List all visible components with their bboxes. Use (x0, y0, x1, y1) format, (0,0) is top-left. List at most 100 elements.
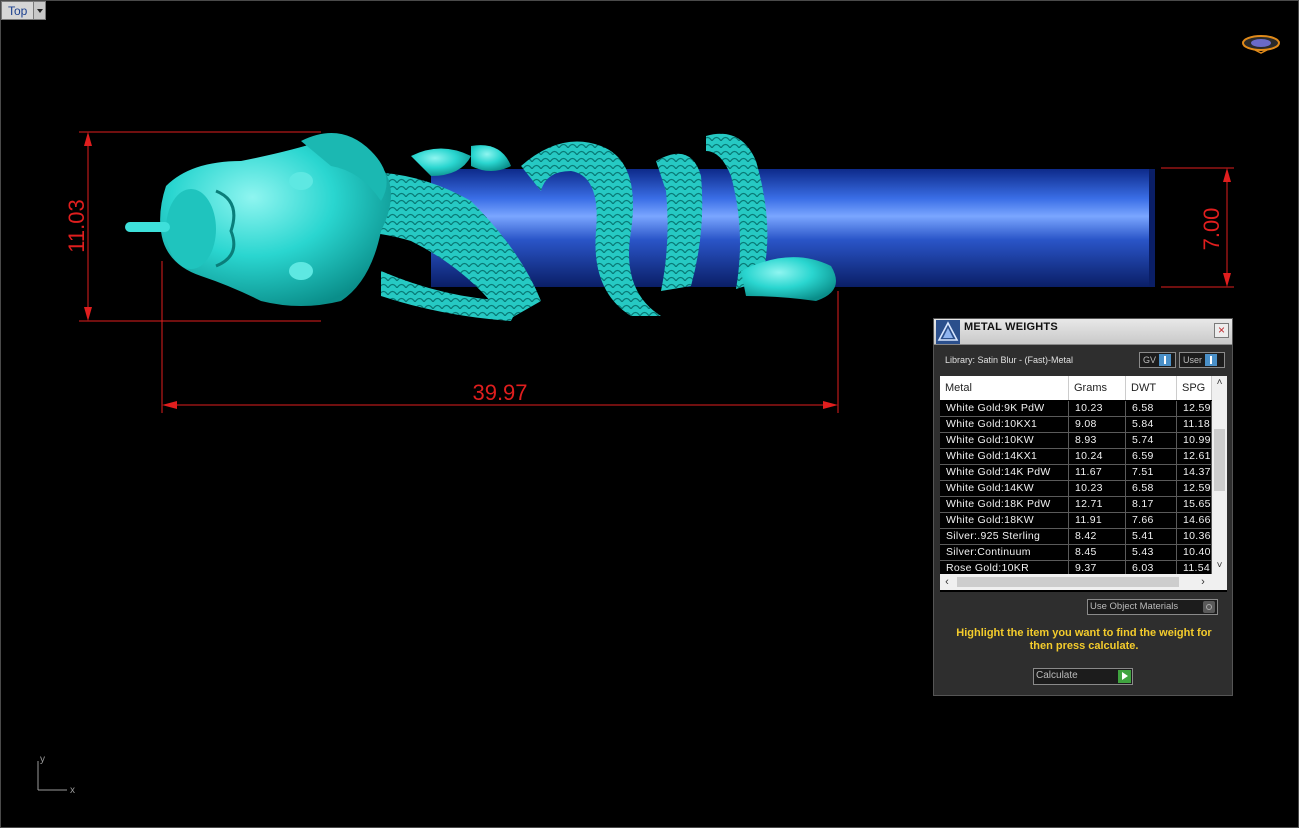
dragon-eye-left (289, 172, 313, 190)
cell-metal: White Gold:14K PdW (940, 465, 1069, 480)
dragon-pin (125, 222, 170, 232)
cell-metal: White Gold:10KX1 (940, 417, 1069, 432)
cell-dwt: 6.58 (1126, 481, 1177, 496)
scroll-up-icon[interactable]: ˄ (1212, 376, 1227, 390)
dimension-label-height-left: 11.03 (64, 199, 89, 252)
play-arrow-icon[interactable] (1118, 670, 1131, 683)
user-toggle[interactable]: User (1179, 352, 1225, 368)
column-header-dwt[interactable]: DWT (1126, 376, 1177, 400)
scroll-down-icon[interactable]: ˅ (1212, 559, 1227, 573)
table-row[interactable]: White Gold:10KX1 9.08 5.84 11.18 (940, 417, 1212, 433)
cell-grams: 11.67 (1069, 465, 1126, 480)
cell-spg: 14.66 (1177, 513, 1212, 528)
cell-spg: 10.40 (1177, 545, 1212, 560)
cell-metal: White Gold:18K PdW (940, 497, 1069, 512)
calculate-button-label: Calculate (1036, 670, 1078, 681)
cylinder-cap (1149, 169, 1155, 287)
table-row[interactable]: Silver:.925 Sterling 8.42 5.41 10.36 (940, 529, 1212, 545)
dimension-label-length: 39.97 (472, 380, 527, 405)
dragon-snout (166, 189, 216, 269)
axis-y-label: y (40, 754, 45, 765)
cell-grams: 9.08 (1069, 417, 1126, 432)
matrix-logo-icon (936, 320, 960, 344)
cell-grams: 11.91 (1069, 513, 1126, 528)
toggle-knob-icon (1159, 354, 1172, 366)
cell-spg: 11.18 (1177, 417, 1212, 432)
column-header-metal[interactable]: Metal (940, 376, 1069, 400)
cell-grams: 12.71 (1069, 497, 1126, 512)
table-row[interactable]: White Gold:18KW 11.91 7.66 14.66 (940, 513, 1212, 529)
panel-header[interactable]: METAL WEIGHTS × (934, 319, 1232, 345)
cell-metal: Silver:Continuum (940, 545, 1069, 560)
table-row[interactable]: Rose Gold:10KR 9.37 6.03 11.54 (940, 561, 1212, 574)
table-row[interactable]: White Gold:14K PdW 11.67 7.51 14.37 (940, 465, 1212, 481)
use-object-materials-label: Use Object Materials (1090, 601, 1179, 612)
cell-spg: 10.99 (1177, 433, 1212, 448)
horizontal-scrollbar[interactable]: ‹ › (940, 574, 1212, 590)
gv-toggle-label: GV (1143, 355, 1157, 365)
horizontal-scroll-thumb[interactable] (957, 577, 1179, 587)
cell-dwt: 8.17 (1126, 497, 1177, 512)
calculate-button[interactable]: Calculate (1033, 668, 1133, 685)
axis-widget: y x (37, 754, 75, 796)
cell-grams: 10.24 (1069, 449, 1126, 464)
cell-grams: 8.93 (1069, 433, 1126, 448)
cell-dwt: 5.41 (1126, 529, 1177, 544)
close-icon[interactable]: × (1214, 323, 1229, 338)
cell-dwt: 7.66 (1126, 513, 1177, 528)
cell-spg: 10.36 (1177, 529, 1212, 544)
table-row[interactable]: White Gold:10KW 8.93 5.74 10.99 (940, 433, 1212, 449)
column-header-grams[interactable]: Grams (1069, 376, 1126, 400)
cell-grams: 8.42 (1069, 529, 1126, 544)
table-row[interactable]: White Gold:14KW 10.23 6.58 12.59 (940, 481, 1212, 497)
scroll-right-icon[interactable]: › (1196, 574, 1210, 590)
cell-metal: Rose Gold:10KR (940, 561, 1069, 574)
cell-grams: 9.37 (1069, 561, 1126, 574)
cell-spg: 11.54 (1177, 561, 1212, 574)
cell-dwt: 6.03 (1126, 561, 1177, 574)
library-label: Library: Satin Blur - (Fast)-Metal (945, 355, 1074, 365)
cell-grams: 8.45 (1069, 545, 1126, 560)
table-row[interactable]: Silver:Continuum 8.45 5.43 10.40 (940, 545, 1212, 561)
cell-spg: 14.37 (1177, 465, 1212, 480)
cell-dwt: 5.43 (1126, 545, 1177, 560)
cell-metal: White Gold:10KW (940, 433, 1069, 448)
toggle-knob-icon (1205, 354, 1218, 366)
cell-dwt: 5.74 (1126, 433, 1177, 448)
use-object-materials-toggle[interactable]: Use Object Materials (1087, 599, 1218, 615)
vertical-scrollbar[interactable]: ˄ ˅ (1212, 376, 1227, 574)
cell-grams: 10.23 (1069, 481, 1126, 496)
dimension-label-height-right: 7.00 (1199, 208, 1224, 251)
vertical-scroll-thumb[interactable] (1214, 429, 1225, 491)
cell-dwt: 5.84 (1126, 417, 1177, 432)
cell-metal: White Gold:9K PdW (940, 401, 1069, 416)
column-header-spg[interactable]: SPG (1177, 376, 1212, 400)
cell-metal: White Gold:18KW (940, 513, 1069, 528)
scroll-left-icon[interactable]: ‹ (940, 574, 954, 590)
dragon-horn-2 (471, 145, 511, 171)
hint-text: Highlight the item you want to find the … (956, 627, 1212, 652)
cell-spg: 15.65 (1177, 497, 1212, 512)
table-body: White Gold:9K PdW 10.23 6.58 12.59 White Go… (940, 401, 1212, 574)
cell-dwt: 7.51 (1126, 465, 1177, 480)
cell-metal: White Gold:14KW (940, 481, 1069, 496)
table-row[interactable]: White Gold:9K PdW 10.23 6.58 12.59 (940, 401, 1212, 417)
table-header: Metal Grams DWT SPG (940, 376, 1212, 400)
user-toggle-label: User (1183, 355, 1203, 365)
table-row[interactable]: White Gold:18K PdW 12.71 8.17 15.65 (940, 497, 1212, 513)
cell-metal: Silver:.925 Sterling (940, 529, 1069, 544)
cell-dwt: 6.59 (1126, 449, 1177, 464)
logo-badge-icon (1242, 35, 1280, 54)
metal-weights-panel: METAL WEIGHTS × Library: Satin Blur - (F… (933, 318, 1233, 696)
scroll-corner (1212, 574, 1227, 590)
cell-spg: 12.59 (1177, 401, 1212, 416)
cell-spg: 12.59 (1177, 481, 1212, 496)
toggle-circle-icon (1203, 601, 1215, 613)
cell-spg: 12.61 (1177, 449, 1212, 464)
cell-metal: White Gold:14KX1 (940, 449, 1069, 464)
table-row[interactable]: White Gold:14KX1 10.24 6.59 12.61 (940, 449, 1212, 465)
dragon-eye-right (289, 262, 313, 280)
cell-grams: 10.23 (1069, 401, 1126, 416)
gv-toggle[interactable]: GV (1139, 352, 1176, 368)
cell-dwt: 6.58 (1126, 401, 1177, 416)
